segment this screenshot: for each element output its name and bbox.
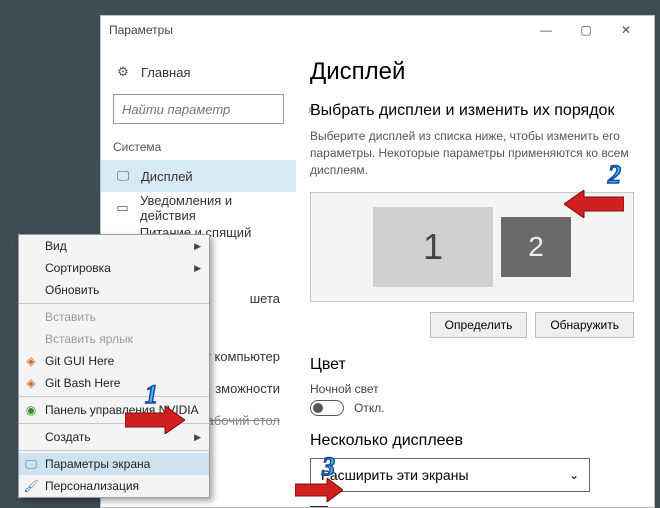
ctx-refresh[interactable]: Обновить — [19, 279, 209, 301]
sidebar-section-label: Система — [113, 140, 284, 154]
color-heading: Цвет — [310, 356, 634, 374]
chevron-right-icon: ▶ — [194, 432, 201, 443]
ctx-display-settings[interactable]: 🖵Параметры экрана — [19, 453, 209, 475]
annotation-badge-2: 2 — [608, 160, 621, 190]
multiple-displays-dropdown[interactable]: Расширить эти экраны ⌄ — [310, 458, 590, 492]
close-button[interactable]: ✕ — [606, 23, 646, 37]
sidebar-item-label: Уведомления и действия — [140, 193, 282, 223]
select-displays-heading: Выбрать дисплеи и изменить их порядок — [310, 102, 634, 120]
sidebar-item-label: зможности — [215, 381, 280, 396]
nightlight-toggle[interactable] — [310, 400, 344, 416]
window-title: Параметры — [109, 23, 173, 37]
sidebar-item-label: рабочий стол — [199, 413, 280, 428]
page-title: Дисплей — [310, 58, 634, 86]
chevron-right-icon: ▶ — [194, 241, 201, 252]
sidebar-item-label: Дисплей — [141, 169, 193, 184]
annotation-arrow-3 — [295, 478, 343, 502]
nvidia-icon: ◉ — [23, 403, 39, 417]
annotation-badge-1: 1 — [145, 380, 158, 410]
personalize-icon: 🖌 — [23, 479, 39, 493]
ctx-git-gui[interactable]: ◈Git GUI Here — [19, 350, 209, 372]
chevron-down-icon: ⌄ — [569, 468, 579, 482]
titlebar: Параметры — ▢ ✕ — [101, 16, 654, 44]
notifications-icon: ▭ — [115, 200, 130, 216]
detect-button[interactable]: Обнаружить — [535, 312, 634, 338]
annotation-arrow-1 — [125, 406, 185, 434]
checkbox-label: Сделать основным дисплеем — [338, 506, 557, 507]
main-panel: Дисплей Выбрать дисплеи и изменить их по… — [296, 44, 654, 507]
ctx-paste-shortcut: Вставить ярлык — [19, 328, 209, 350]
ctx-sort[interactable]: Сортировка▶ — [19, 257, 209, 279]
git-icon: ◈ — [23, 354, 39, 368]
sidebar-item-notifications[interactable]: ▭ Уведомления и действия — [113, 192, 284, 224]
git-icon: ◈ — [23, 376, 39, 390]
search-box[interactable]: ⌕ — [113, 94, 284, 124]
help-text: Выберите дисплей из списка ниже, чтобы и… — [310, 128, 634, 178]
gear-icon: ⚙ — [115, 64, 131, 80]
ctx-paste: Вставить — [19, 306, 209, 328]
dropdown-value: Расширить эти экраны — [321, 467, 469, 483]
chevron-right-icon: ▶ — [194, 263, 201, 274]
monitor-icon: 🖵 — [23, 457, 39, 472]
sidebar-home[interactable]: ⚙ Главная — [113, 56, 284, 88]
ctx-view[interactable]: Вид▶ — [19, 235, 209, 257]
sidebar-home-label: Главная — [141, 65, 190, 80]
monitor-icon: 🖵 — [115, 168, 131, 184]
search-input[interactable] — [114, 102, 308, 117]
annotation-arrow-2 — [564, 190, 624, 218]
make-main-display-checkbox[interactable] — [310, 506, 328, 507]
sidebar-item-display[interactable]: 🖵 Дисплей — [101, 160, 296, 192]
multiple-displays-heading: Несколько дисплеев — [310, 432, 634, 450]
monitor-2[interactable]: 2 — [501, 217, 571, 277]
nightlight-label: Ночной свет — [310, 382, 634, 396]
ctx-git-bash[interactable]: ◈Git Bash Here — [19, 372, 209, 394]
maximize-button[interactable]: ▢ — [566, 23, 606, 37]
sidebar-item-label: шета — [250, 291, 280, 306]
toggle-state: Откл. — [354, 401, 385, 415]
desktop-context-menu: Вид▶ Сортировка▶ Обновить Вставить Встав… — [18, 234, 210, 498]
minimize-button[interactable]: — — [526, 23, 566, 37]
identify-button[interactable]: Определить — [430, 312, 528, 338]
annotation-badge-3: 3 — [322, 452, 335, 482]
ctx-personalize[interactable]: 🖌Персонализация — [19, 475, 209, 497]
monitor-1[interactable]: 1 — [373, 207, 493, 287]
